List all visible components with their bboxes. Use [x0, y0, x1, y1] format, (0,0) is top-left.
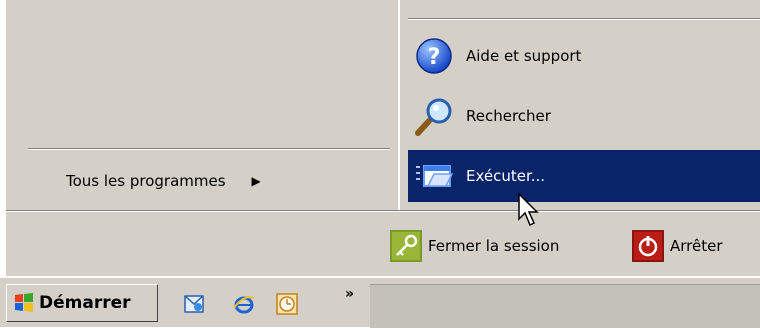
submenu-arrow-icon: ▶ — [251, 174, 261, 188]
taskbar: Démarrer » — [0, 278, 760, 328]
svg-text:?: ? — [428, 45, 441, 70]
menu-item-label: Rechercher — [466, 107, 551, 125]
menu-item-label: Aide et support — [466, 47, 582, 65]
quick-launch-overflow-button[interactable]: » — [345, 286, 354, 302]
outlook-express-icon[interactable] — [182, 292, 206, 316]
menu-item-help[interactable]: ? Aide et support — [408, 30, 760, 82]
menu-item-search[interactable]: Rechercher — [408, 90, 760, 142]
separator — [28, 148, 390, 150]
power-icon — [632, 230, 664, 262]
taskbar-tray-area — [370, 284, 760, 328]
windows-logo-icon — [15, 293, 33, 312]
search-icon — [415, 98, 452, 136]
clock-icon[interactable] — [275, 292, 299, 316]
internet-explorer-icon[interactable] — [232, 292, 256, 316]
all-programs-label: Tous les programmes — [66, 172, 226, 190]
mouse-cursor-icon — [518, 193, 539, 227]
separator — [408, 18, 760, 20]
shutdown-label: Arrêter — [670, 237, 723, 255]
all-programs-item[interactable]: Tous les programmes ▶ — [66, 167, 326, 195]
menu-item-label: Exécuter... — [466, 167, 546, 185]
logoff-button[interactable]: Fermer la session — [390, 228, 559, 264]
key-icon — [390, 230, 422, 262]
logoff-label: Fermer la session — [428, 237, 560, 255]
menu-item-run[interactable]: Exécuter... — [408, 150, 760, 202]
start-button[interactable]: Démarrer — [6, 284, 158, 322]
help-icon: ? — [416, 38, 452, 74]
start-label: Démarrer — [39, 293, 131, 313]
run-icon — [416, 165, 454, 187]
shutdown-button[interactable]: Arrêter — [632, 228, 723, 264]
